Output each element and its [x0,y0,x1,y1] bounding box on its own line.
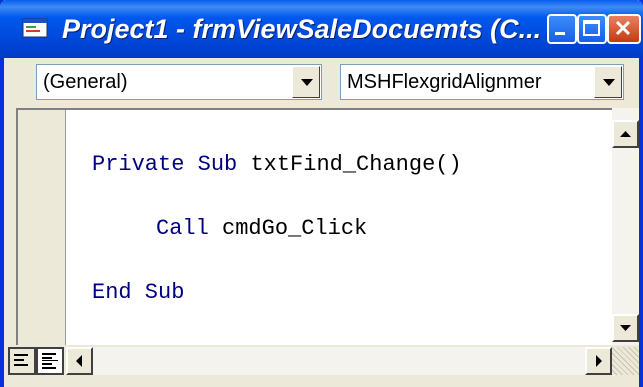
horizontal-scrollbar[interactable] [66,347,612,375]
code-keyword: End Sub [92,280,185,305]
scroll-up-button[interactable] [612,120,639,148]
code-editor[interactable]: Private Sub txtFind_Change() Call cmdGo_… [16,108,628,345]
procedure-combo-value: MSHFlexgridAlignmer [347,71,542,93]
arrow-down-icon [620,325,631,331]
code-line: Call cmdGo_Click [156,216,367,242]
minimize-icon [555,32,565,35]
minimize-button[interactable] [547,14,577,44]
margin-indicator-bar[interactable] [18,110,66,345]
scroll-down-button[interactable] [612,314,639,342]
object-combo-value: (General) [43,71,128,93]
procedure-view-button[interactable] [8,347,36,375]
arrow-up-icon [620,131,631,137]
arrow-left-icon [76,355,82,367]
window-title: Project1 - frmViewSaleDocuemts (C... [62,14,540,44]
code-identifier: txtFind_Change() [250,152,462,177]
close-icon [615,20,631,36]
code-line: End Sub [92,280,184,306]
chevron-down-icon [301,79,313,86]
arrow-right-icon [596,355,602,367]
scroll-left-button[interactable] [66,347,93,375]
procedure-view-icon [14,354,28,366]
title-bar[interactable]: Project1 - frmViewSaleDocuemts (C... [0,0,643,58]
close-button[interactable] [607,14,641,44]
object-combo[interactable]: (General) [36,64,322,100]
procedure-combo[interactable]: MSHFlexgridAlignmer [340,64,624,100]
combo-toolbar: (General) MSHFlexgridAlignmer [4,58,639,108]
full-module-view-button[interactable] [36,347,64,375]
maximize-button[interactable] [577,14,607,44]
scroll-right-button[interactable] [585,347,612,375]
object-combo-dropdown-button[interactable] [292,66,320,98]
code-identifier: cmdGo_Click [222,216,368,241]
procedure-combo-dropdown-button[interactable] [594,66,622,98]
full-module-view-icon [42,353,58,369]
resize-grip[interactable] [612,347,639,375]
vertical-scrollbar[interactable] [612,108,639,345]
chevron-down-icon [603,79,615,86]
code-window: Project1 - frmViewSaleDocuemts (C... (Ge… [0,0,643,387]
code-keyword: Call [156,216,223,241]
code-keyword: Private Sub [92,152,251,177]
code-line: Private Sub txtFind_Change() [92,152,462,178]
code-window-icon [22,18,48,38]
maximize-icon [583,20,600,36]
status-strip [4,345,639,387]
